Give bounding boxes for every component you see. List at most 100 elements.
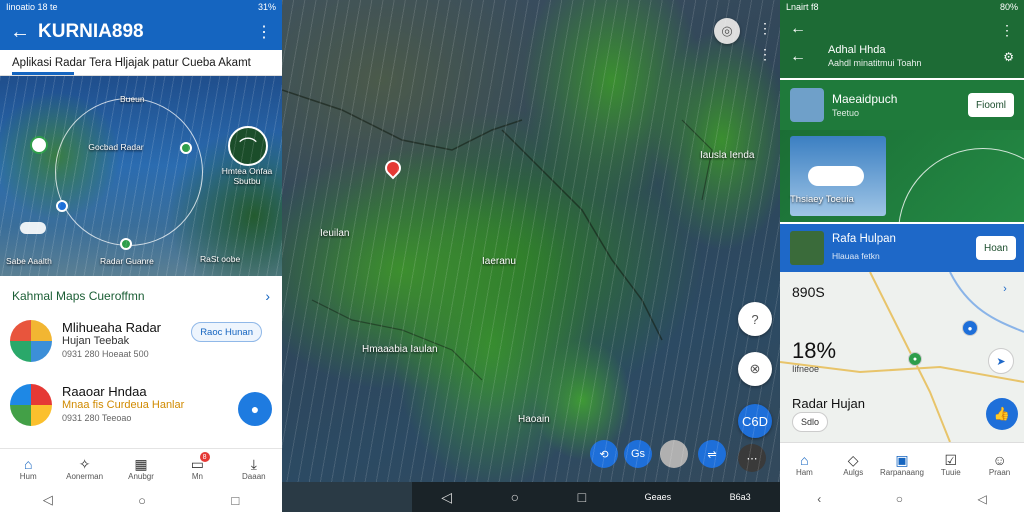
radar-card[interactable]: Rafa Hulpan Hlauaa fetkn Hoan xyxy=(780,224,1024,272)
info-icon[interactable]: ⋯ xyxy=(738,444,766,472)
orbit-node-icon[interactable] xyxy=(120,238,132,250)
location-pin-icon[interactable] xyxy=(30,136,48,154)
back-arrow-icon[interactable]: ← xyxy=(10,21,38,44)
status-battery: 31% xyxy=(257,2,276,12)
status-bar: Lnairt f8 80% xyxy=(780,0,1024,14)
nav-item-inbox[interactable]: ▭ 8 Mn xyxy=(169,449,225,488)
nav-label: Rarpanaang xyxy=(879,468,925,477)
nav-item-profile[interactable]: ☺ Praan xyxy=(975,443,1024,486)
card-action-button[interactable]: Fiooml xyxy=(968,93,1015,117)
radar-subtitle: Hlauaa fetkn xyxy=(832,251,880,261)
calendar-icon: ▦ xyxy=(134,456,148,472)
globe-label-bottom-left: Sabe Aaalth xyxy=(6,256,52,266)
list-item[interactable]: Mlihueaha Radar Hujan Teebak 0931 280 Ho… xyxy=(10,320,272,362)
help-button[interactable]: ? xyxy=(738,302,772,336)
radar-open-button[interactable]: Hoan xyxy=(976,236,1016,260)
radar-thumbnail xyxy=(790,231,824,265)
map-label-northeast: Iausla Ienda xyxy=(700,150,755,161)
globe-label-top: Bueun xyxy=(120,94,145,104)
left-phone-screen: Iinoatio 18 te 31% ← KURNIA898 ⋮ Aplikas… xyxy=(0,0,282,512)
radar-toggle-button[interactable]: C6D xyxy=(738,404,772,438)
radar-map-screen[interactable]: Ieuilan Iaeranu Hmaaabia Iaulan Haoain I… xyxy=(282,0,780,512)
back-triangle-icon[interactable]: ◁ xyxy=(43,492,53,508)
compass-icon[interactable]: ◎ xyxy=(714,18,740,44)
layer-button-refresh[interactable]: ⟲ xyxy=(590,440,618,468)
radar-sweep-icon[interactable]: ⌒ xyxy=(228,126,268,166)
header-subtitle: Aahdl minatitmui Toahn xyxy=(828,58,922,68)
list-item[interactable]: Raaoar Hndaa Mnaa fis Curdeua Hanlar 093… xyxy=(10,384,272,426)
sysnav-right-label: B6a3 xyxy=(729,492,751,502)
nav-label: Aulgs xyxy=(843,468,864,477)
weather-panel[interactable]: Thsiaey Toeuia xyxy=(780,130,1024,318)
recents-square-icon[interactable]: □ xyxy=(231,493,239,508)
subtitle-tab[interactable]: Aplikasi Radar Tera Hljajak patur Cueba … xyxy=(0,50,282,76)
app-bar: ← KURNIA898 ⋮ xyxy=(0,14,282,50)
forecast-card[interactable]: Maeaidpuch Teetuo Fiooml xyxy=(780,80,1024,130)
tab-indicator xyxy=(12,72,74,75)
globe-radar-view[interactable]: ⌒ Bueun Gocbad Radar Hmtea Onfaa Sbutbu … xyxy=(0,76,282,276)
globe-label-bottom-right: RaSt oobe xyxy=(200,254,241,264)
mini-map[interactable]: 890S 18% Iifneoe Radar Hujan Sdlo › ➤ ● … xyxy=(780,272,1024,442)
screenshot-collage: Iinoatio 18 te 31% ← KURNIA898 ⋮ Aplikas… xyxy=(0,0,1024,512)
app-logo-icon xyxy=(10,320,52,362)
overflow-menu-icon[interactable]: ⋮ xyxy=(758,20,772,37)
pin-icon[interactable]: ● xyxy=(908,352,922,366)
card-title: Maeaidpuch xyxy=(832,92,898,106)
location-dot-icon[interactable]: ● xyxy=(962,320,978,336)
home-circle-icon[interactable]: ○ xyxy=(511,489,519,505)
nav-item-map[interactable]: ◇ Aulgs xyxy=(829,443,878,486)
back-triangle-icon[interactable]: ◁ xyxy=(978,492,987,506)
layer-button-blank[interactable] xyxy=(660,440,688,468)
cloud-icon xyxy=(20,222,46,234)
nav-item-explore[interactable]: ✧ Aonerman xyxy=(56,449,112,488)
chevron-right-icon[interactable]: › xyxy=(265,288,270,304)
profile-icon: ☺ xyxy=(992,452,1007,468)
overflow-menu-icon[interactable]: ⋮ xyxy=(758,46,772,63)
back-arrow-icon[interactable]: ← xyxy=(790,48,806,66)
system-nav-bar: ◁ ○ □ Geaes B6a3 xyxy=(412,482,780,512)
recents-square-icon[interactable]: □ xyxy=(578,489,586,505)
back-triangle-icon[interactable]: ◁ xyxy=(441,489,452,506)
nav-item-home[interactable]: ⌂ Ham xyxy=(780,443,829,486)
layer-button-gs[interactable]: Gs xyxy=(624,440,652,468)
card-subtitle: Teetuo xyxy=(832,108,860,118)
layer-button-swap[interactable]: ⇌ xyxy=(698,440,726,468)
nav-label: Hum xyxy=(19,472,37,481)
status-time: Lnairt f8 xyxy=(786,2,819,12)
system-nav-bar: ◁ ○ □ xyxy=(0,488,282,512)
layers-button[interactable]: ⊗ xyxy=(738,352,772,386)
back-chevron-icon[interactable]: ‹ xyxy=(817,492,821,506)
app-logo-icon xyxy=(10,384,52,426)
app-name: Mlihueaha Radar xyxy=(62,320,162,335)
sheet-header[interactable]: Kahmal Maps Cueroffmn › xyxy=(0,276,282,304)
sheet-heading: Kahmal Maps Cueroffmn xyxy=(12,289,145,303)
settings-icon[interactable]: ⚙ xyxy=(1003,50,1014,64)
orbit-node-icon[interactable] xyxy=(180,142,192,154)
chevron-right-icon[interactable]: › xyxy=(992,276,1018,302)
right-phone-screen: Lnairt f8 80% ← ← Adhal Hhda Aahdl minat… xyxy=(780,0,1024,512)
home-circle-icon[interactable]: ○ xyxy=(138,493,146,508)
orbit-node-icon[interactable] xyxy=(56,200,68,212)
bottom-sheet: Kahmal Maps Cueroffmn › Mlihueaha Radar … xyxy=(0,276,282,448)
map-chip[interactable]: Sdlo xyxy=(792,412,829,432)
compass-icon: ✧ xyxy=(78,456,91,472)
home-icon: ⌂ xyxy=(23,456,33,472)
radar-title: Rafa Hulpan xyxy=(832,233,896,245)
nav-item-radar[interactable]: ▣ Rarpanaang xyxy=(878,443,927,486)
back-arrow-icon[interactable]: ← xyxy=(790,20,806,38)
overflow-menu-icon[interactable]: ⋮ xyxy=(256,22,272,42)
coastline-map xyxy=(282,89,713,381)
rain-percent-label: Iifneoe xyxy=(792,364,820,374)
open-app-button[interactable]: Raoc Hunan xyxy=(191,322,262,342)
chat-fab-icon[interactable]: ● xyxy=(238,392,272,426)
navigate-icon[interactable]: ➤ xyxy=(988,348,1014,374)
app-subtitle: Mnaa fis Curdeua Hanlar xyxy=(62,399,185,411)
app-text: Mlihueaha Radar Hujan Teebak 0931 280 Ho… xyxy=(62,320,161,362)
overflow-menu-icon[interactable]: ⋮ xyxy=(1000,22,1014,39)
nav-item-schedule[interactable]: ▦ Anubgr xyxy=(113,449,169,488)
thumbs-up-fab-icon[interactable]: 👍 xyxy=(986,398,1018,430)
nav-item-home[interactable]: ⌂ Hum xyxy=(0,449,56,488)
nav-item-tasks[interactable]: ☑ Tuuie xyxy=(926,443,975,486)
home-circle-icon[interactable]: ○ xyxy=(896,492,903,506)
nav-item-download[interactable]: ⤓ Daaan xyxy=(226,449,282,488)
